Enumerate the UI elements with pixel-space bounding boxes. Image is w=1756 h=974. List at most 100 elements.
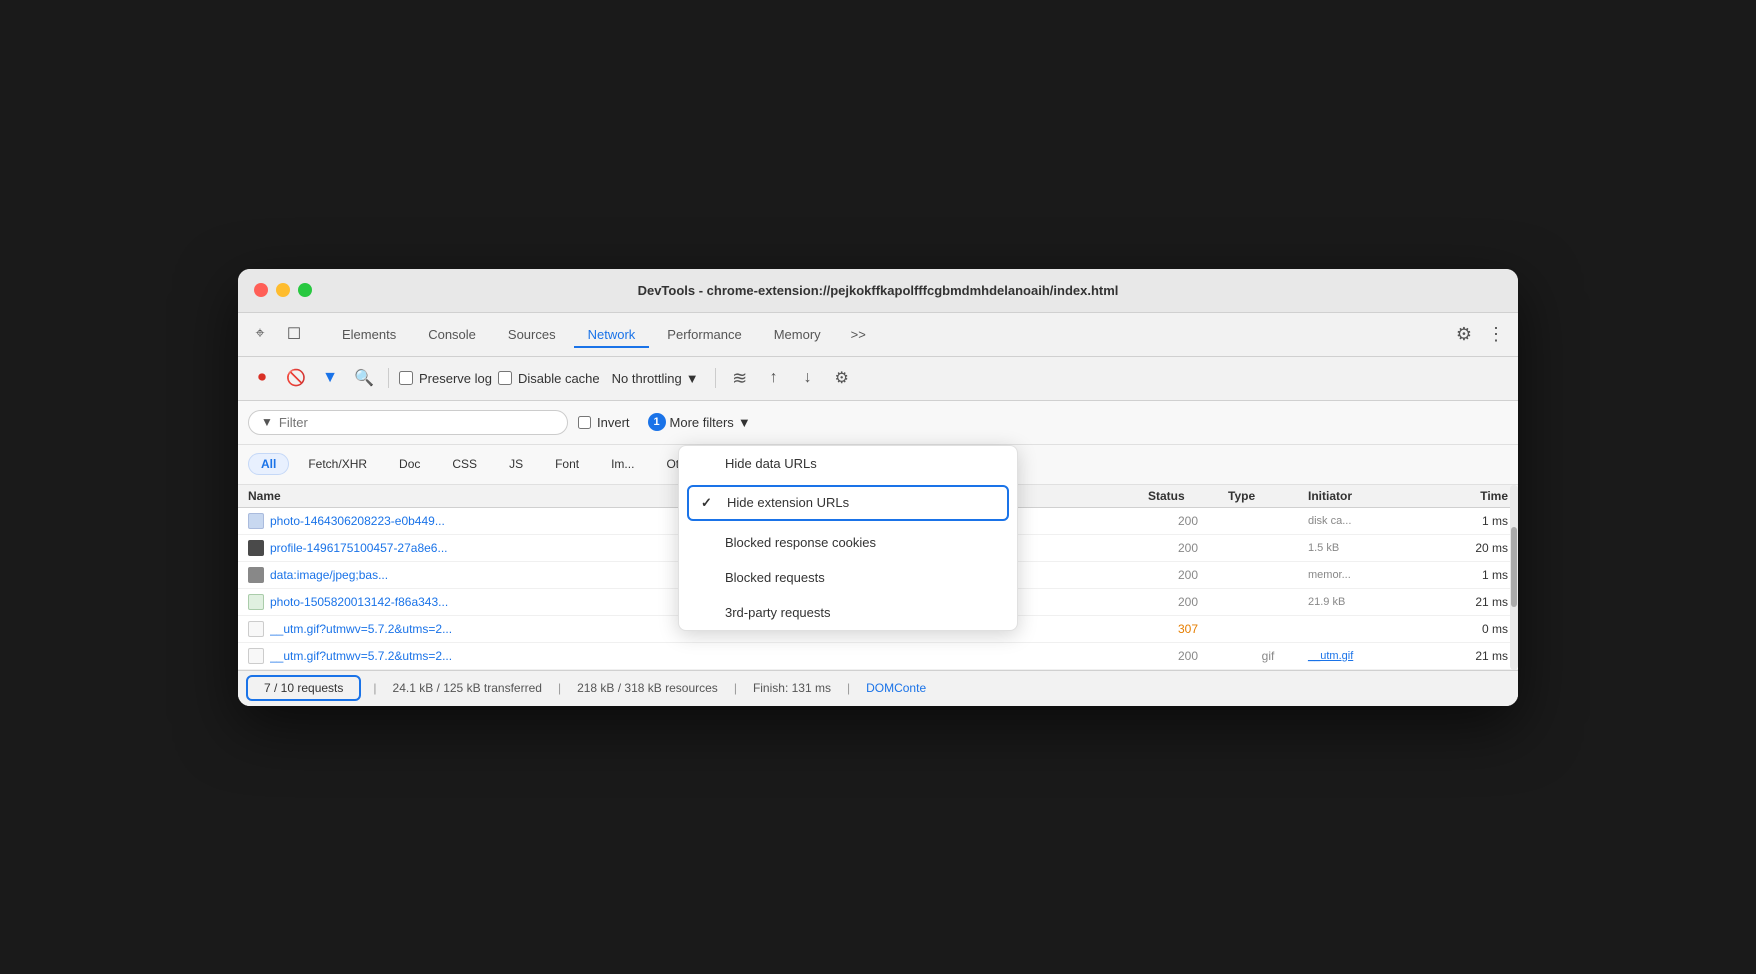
more-options-dots-icon[interactable]: ⋮	[1482, 320, 1510, 348]
devtools-body: ⌖ ☐ Elements Console Sources Network Per…	[238, 313, 1518, 706]
dropdown-item-blocked-response-cookies[interactable]: Blocked response cookies	[679, 525, 1017, 560]
tab-more-button[interactable]: >>	[843, 323, 874, 346]
preserve-log-checkbox-label[interactable]: Preserve log	[399, 371, 492, 386]
type-filter-fetch-xhr[interactable]: Fetch/XHR	[295, 453, 380, 475]
row-filename: __utm.gif?utmwv=5.7.2&utms=2...	[270, 622, 452, 636]
row-icon	[248, 621, 264, 637]
dropdown-item-blocked-requests[interactable]: Blocked requests	[679, 560, 1017, 595]
filter-input[interactable]	[279, 415, 539, 430]
blocked-requests-label: Blocked requests	[725, 570, 825, 585]
type-filter-all[interactable]: All	[248, 453, 289, 475]
row-status: 200	[1148, 649, 1228, 663]
invert-checkbox-label[interactable]: Invert	[578, 415, 630, 430]
minimize-button[interactable]	[276, 283, 290, 297]
disable-cache-label: Disable cache	[518, 371, 600, 386]
scrollbar-thumb[interactable]	[1511, 527, 1517, 607]
invert-checkbox[interactable]	[578, 416, 591, 429]
filter-bar: ▼ Invert 1 More filters ▼ Hide data URLs…	[238, 401, 1518, 445]
hide-extension-urls-check-icon: ✓	[701, 495, 717, 511]
resources-stat: 218 kB / 318 kB resources	[565, 681, 730, 695]
row-icon	[248, 513, 264, 529]
row-initiator: 21.9 kB	[1308, 596, 1428, 608]
stop-recording-button[interactable]: ⏺	[248, 364, 276, 392]
close-button[interactable]	[254, 283, 268, 297]
preserve-log-checkbox[interactable]	[399, 371, 413, 385]
throttling-dropdown[interactable]: No throttling ▼	[606, 369, 705, 388]
requests-count: 7 / 10 requests	[246, 675, 361, 701]
type-filter-css[interactable]: CSS	[439, 453, 490, 475]
tab-performance[interactable]: Performance	[653, 321, 755, 348]
more-filters-caret-icon: ▼	[738, 415, 751, 430]
row-filename: data:image/jpeg;bas...	[270, 568, 388, 582]
search-button[interactable]: 🔍	[350, 364, 378, 392]
blocked-response-cookies-label: Blocked response cookies	[725, 535, 876, 550]
toolbar-separator-1	[388, 368, 389, 388]
row-filename: photo-1464306208223-e0b449...	[270, 514, 445, 528]
row-time: 0 ms	[1428, 622, 1508, 636]
row-name-cell: __utm.gif?utmwv=5.7.2&utms=2...	[248, 648, 1148, 664]
tab-elements[interactable]: Elements	[328, 321, 410, 348]
maximize-button[interactable]	[298, 283, 312, 297]
dropdown-item-hide-extension-urls[interactable]: ✓ Hide extension URLs	[687, 485, 1009, 521]
tab-memory[interactable]: Memory	[760, 321, 835, 348]
finish-stat: Finish: 131 ms	[741, 681, 843, 695]
row-initiator: disk ca...	[1308, 515, 1428, 527]
row-type: gif	[1228, 649, 1308, 663]
type-filter-js[interactable]: JS	[496, 453, 536, 475]
status-sep-4: |	[843, 681, 854, 695]
throttling-label: No throttling	[612, 371, 682, 386]
scrollbar[interactable]	[1510, 485, 1518, 670]
import-button[interactable]: ↑	[760, 364, 788, 392]
tab-network[interactable]: Network	[574, 321, 650, 348]
titlebar: DevTools - chrome-extension://pejkokffka…	[238, 269, 1518, 313]
throttling-caret-icon: ▼	[686, 371, 699, 386]
dropdown-item-third-party-requests[interactable]: 3rd-party requests	[679, 595, 1017, 630]
row-status: 200	[1148, 541, 1228, 555]
row-filename: __utm.gif?utmwv=5.7.2&utms=2...	[270, 649, 452, 663]
disable-cache-checkbox[interactable]	[498, 371, 512, 385]
network-settings-gear-icon[interactable]: ⚙	[828, 364, 856, 392]
dropdown-item-hide-data-urls[interactable]: Hide data URLs	[679, 446, 1017, 481]
row-status: 200	[1148, 595, 1228, 609]
row-initiator: 1.5 kB	[1308, 542, 1428, 554]
col-header-time: Time	[1428, 489, 1508, 503]
more-filters-badge: 1	[648, 413, 666, 431]
row-time: 1 ms	[1428, 514, 1508, 528]
toolbar-separator-2	[715, 368, 716, 388]
row-time: 21 ms	[1428, 595, 1508, 609]
row-time: 21 ms	[1428, 649, 1508, 663]
wifi-icon-button[interactable]: ≋	[726, 364, 754, 392]
row-status: 307	[1148, 622, 1228, 636]
domconte-stat: DOMConte	[854, 681, 938, 695]
table-row[interactable]: __utm.gif?utmwv=5.7.2&utms=2... 200 gif …	[238, 643, 1518, 670]
window-title: DevTools - chrome-extension://pejkokffka…	[638, 283, 1119, 298]
type-filter-doc[interactable]: Doc	[386, 453, 433, 475]
tab-icons: ⌖ ☐	[246, 320, 308, 348]
filter-icon-button[interactable]: ▼	[316, 364, 344, 392]
settings-gear-icon[interactable]: ⚙	[1450, 320, 1478, 348]
row-status: 200	[1148, 568, 1228, 582]
cursor-icon-button[interactable]: ⌖	[246, 320, 274, 348]
disable-cache-checkbox-label[interactable]: Disable cache	[498, 371, 600, 386]
clear-button[interactable]: 🚫	[282, 364, 310, 392]
device-icon-button[interactable]: ☐	[280, 320, 308, 348]
invert-label-text: Invert	[597, 415, 630, 430]
row-icon	[248, 567, 264, 583]
devtools-window: DevTools - chrome-extension://pejkokffka…	[238, 269, 1518, 706]
traffic-lights	[254, 283, 312, 297]
tab-bar: ⌖ ☐ Elements Console Sources Network Per…	[238, 313, 1518, 357]
third-party-requests-label: 3rd-party requests	[725, 605, 831, 620]
tab-console[interactable]: Console	[414, 321, 490, 348]
row-initiator: memor...	[1308, 569, 1428, 581]
transferred-stat: 24.1 kB / 125 kB transferred	[381, 681, 554, 695]
tab-sources[interactable]: Sources	[494, 321, 570, 348]
hide-extension-urls-label: Hide extension URLs	[727, 495, 849, 510]
status-bar: 7 / 10 requests | 24.1 kB / 125 kB trans…	[238, 670, 1518, 706]
filter-icon: ▼	[261, 415, 273, 429]
status-sep-3: |	[730, 681, 741, 695]
type-filter-font[interactable]: Font	[542, 453, 592, 475]
type-filter-img[interactable]: Im...	[598, 453, 647, 475]
export-button[interactable]: ↓	[794, 364, 822, 392]
more-filters-button[interactable]: 1 More filters ▼	[640, 409, 759, 435]
row-time: 1 ms	[1428, 568, 1508, 582]
